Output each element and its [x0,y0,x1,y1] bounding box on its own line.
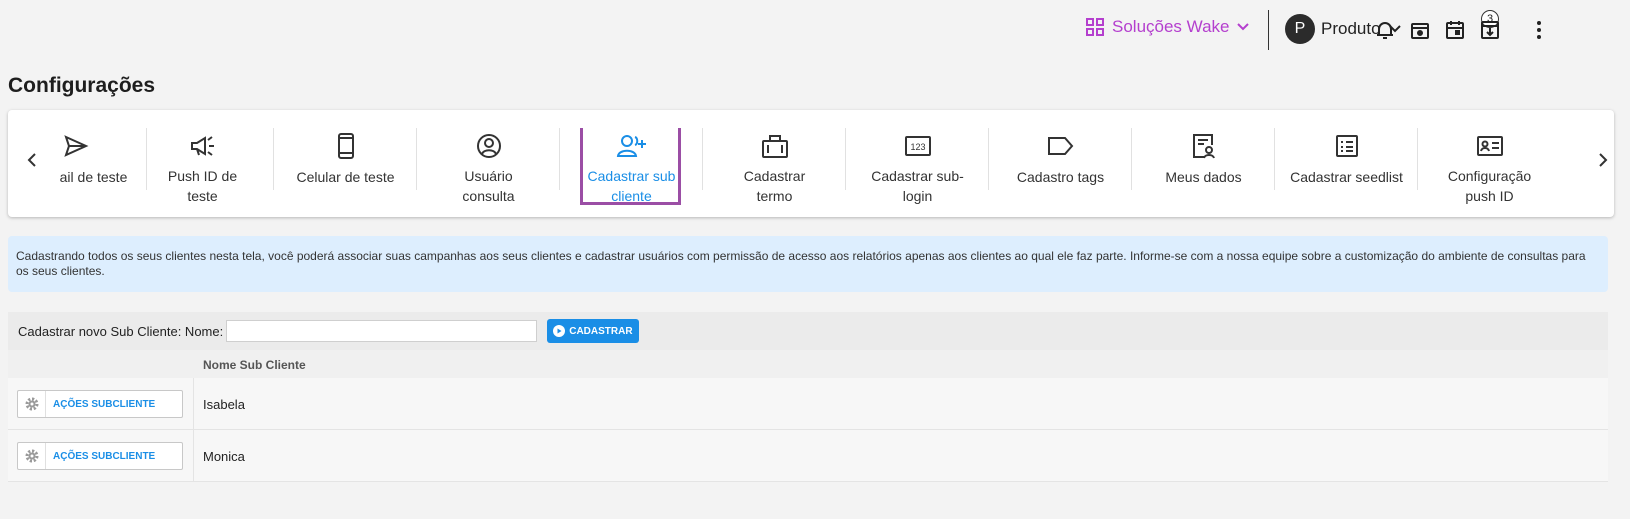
carousel-item-configuracao-push-id[interactable]: Configuração push ID [1418,128,1561,206]
carousel-item-meus-dados[interactable]: Meus dados [1132,128,1275,206]
avatar: P [1285,14,1315,44]
carousel-item-label: Celular de teste [296,169,395,185]
carousel-item-celular-teste[interactable]: Celular de teste [274,128,417,206]
profile-name: Produto [1321,19,1381,38]
carousel-item-label: Push ID de teste [167,168,238,204]
profile-doc-icon [1191,132,1217,160]
active-highlight [580,128,681,205]
download-box-icon[interactable] [1478,18,1502,42]
actions-label: AÇÕES SUBCLIENTE [53,398,156,410]
new-subclient-form: Cadastrar novo Sub Cliente: Nome: CADAST… [8,312,1608,350]
carousel-item-label: Configuração push ID [1447,168,1532,204]
number-123-icon: 123 [904,132,932,159]
settings-carousel: ail de teste Push ID de teste Celular de… [8,110,1614,217]
briefcase-icon [761,132,789,159]
table-header: Nome Sub Cliente [8,350,1608,378]
chevron-right-icon [1599,153,1608,167]
play-circle-icon [553,325,566,337]
bell-icon[interactable] [1373,18,1397,42]
calendar-icon[interactable] [1443,18,1467,42]
carousel-item-label: Cadastrar seedlist [1290,169,1403,185]
chevron-left-icon [27,153,36,167]
info-banner: Cadastrando todos os seus clientes nesta… [8,236,1608,292]
gear-icon [18,443,46,469]
carousel-item-cadastro-tags[interactable]: Cadastro tags [989,128,1132,206]
carousel-item-cadastrar-seedlist[interactable]: Cadastrar seedlist [1275,128,1418,206]
cell-divider [193,378,194,430]
actions-subclient-button[interactable]: AÇÕES SUBCLIENTE [17,390,183,418]
divider [1268,10,1269,50]
actions-subclient-button[interactable]: AÇÕES SUBCLIENTE [17,442,183,470]
carousel-item-label: Cadastrar termo [743,168,806,204]
page-title: Configurações [8,74,156,97]
phone-icon [337,132,355,160]
cadastrar-button[interactable]: CADASTRAR [547,319,639,343]
tag-icon [1047,132,1075,160]
carousel-item-usuario-consulta[interactable]: Usuário consulta [417,128,560,206]
top-bar: Soluções Wake P Produto 3 [0,0,1630,58]
more-vertical-icon[interactable] [1527,18,1551,42]
carousel-item-cadastrar-sub-login[interactable]: 123 Cadastrar sub-login [846,128,989,206]
carousel-item-label: Meus dados [1165,169,1242,185]
carousel-item-push-id-teste[interactable]: Push ID de teste [131,128,274,206]
carousel-item-cadastrar-sub-cliente[interactable]: Cadastrar sub cliente [560,128,703,206]
user-circle-icon [476,132,502,159]
new-subclient-label: Cadastrar novo Sub Cliente: Nome: [18,323,224,339]
table-row: AÇÕES SUBCLIENTE Isabela [8,378,1608,430]
cadastrar-label: CADASTRAR [569,325,633,337]
id-card-icon [1476,132,1504,159]
solutions-label: Soluções Wake [1112,17,1230,36]
megaphone-icon [189,132,217,159]
list-icon [1335,132,1359,160]
subclient-name-input[interactable] [226,320,538,342]
inbox-alert-icon[interactable] [1408,18,1432,42]
carousel-item-label: Cadastrar sub-login [871,168,964,204]
actions-label: AÇÕES SUBCLIENTE [53,450,156,462]
grid-icon [1086,18,1104,36]
column-header-name: Nome Sub Cliente [203,358,306,372]
carousel-items: ail de teste Push ID de teste Celular de… [41,128,1589,206]
carousel-next-button[interactable] [1591,148,1614,172]
carousel-item-label: Cadastro tags [1016,169,1105,185]
subclient-name: Monica [203,449,245,464]
carousel-item-label: Usuário consulta [462,168,515,204]
send-icon [63,132,89,160]
svg-text:123: 123 [910,142,925,152]
chevron-down-icon [1237,23,1250,31]
carousel-item-cadastrar-termo[interactable]: Cadastrar termo [703,128,846,206]
table-row: AÇÕES SUBCLIENTE Monica [8,430,1608,482]
solutions-menu[interactable]: Soluções Wake [1086,17,1257,37]
gear-icon [18,391,46,417]
subclient-name: Isabela [203,397,245,412]
cell-divider [193,430,194,482]
